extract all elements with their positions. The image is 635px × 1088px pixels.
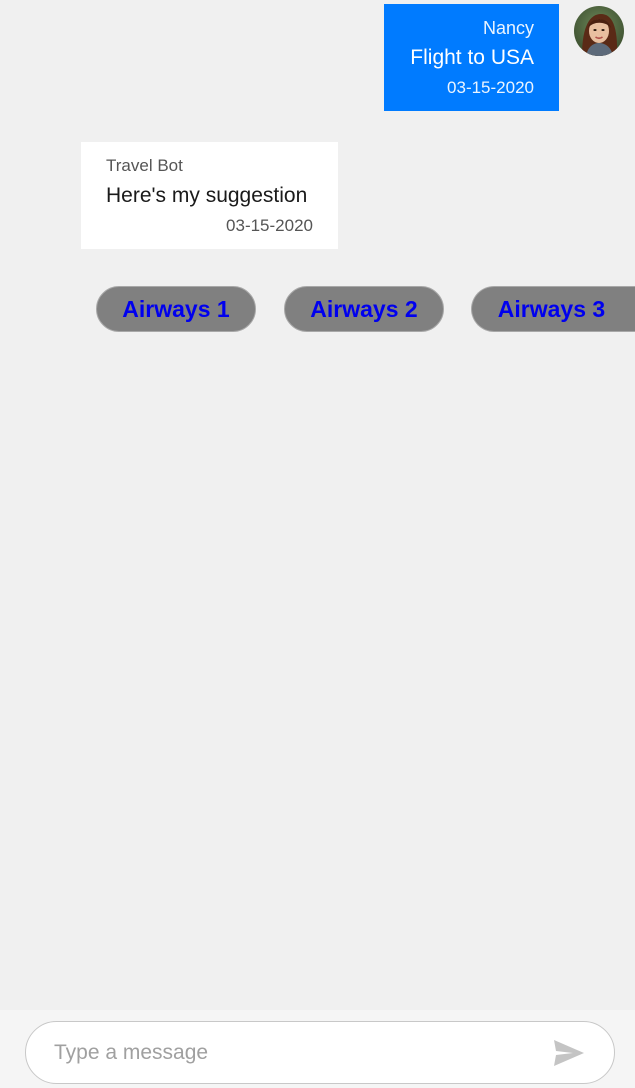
incoming-message: Travel Bot Here's my suggestion 03-15-20… (81, 142, 338, 249)
message-text: Here's my suggestion (106, 184, 308, 207)
message-timestamp: 03-15-2020 (447, 78, 534, 97)
message-input[interactable] (54, 1032, 534, 1074)
suggested-action-airways-3[interactable]: Airways 3 (471, 286, 635, 332)
send-icon (554, 1040, 584, 1066)
message-text: Flight to USA (410, 46, 534, 69)
chat-screen: Nancy Flight to USA 03-15-2020 Travel Bo… (0, 0, 635, 1088)
message-timestamp: 03-15-2020 (226, 216, 313, 235)
outgoing-message: Nancy Flight to USA 03-15-2020 (384, 4, 559, 111)
send-button[interactable] (553, 1039, 585, 1067)
avatar-image (574, 6, 624, 56)
suggested-action-airways-1[interactable]: Airways 1 (96, 286, 256, 332)
user-avatar (574, 6, 624, 56)
message-author: Nancy (482, 18, 534, 38)
message-composer (25, 1021, 615, 1084)
suggested-actions: Airways 1 Airways 2 Airways 3 (0, 286, 635, 332)
message-author: Travel Bot (106, 156, 183, 175)
suggested-action-airways-2[interactable]: Airways 2 (284, 286, 444, 332)
